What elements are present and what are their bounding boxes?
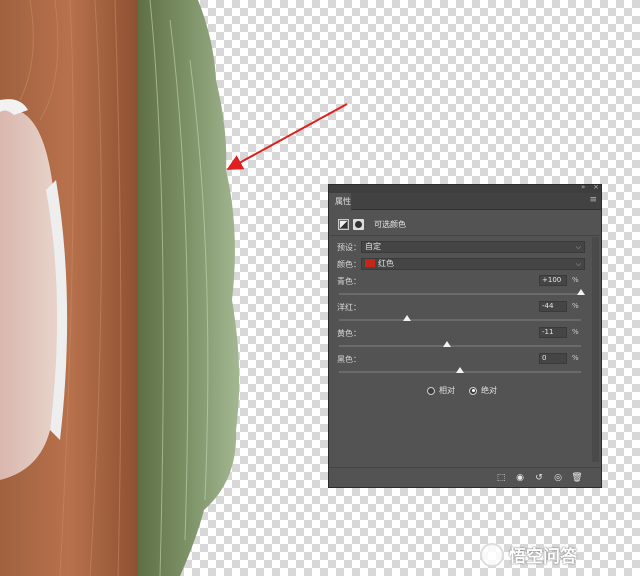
magenta-slider-thumb[interactable] xyxy=(402,315,411,321)
black-value-field[interactable]: 0 xyxy=(539,353,567,364)
panel-titlebar: » × xyxy=(329,183,601,193)
color-select[interactable]: 红色 ⌵ xyxy=(361,258,585,270)
black-unit: % xyxy=(572,354,579,362)
yellow-slider-track[interactable] xyxy=(339,345,581,347)
yellow-slider-thumb[interactable] xyxy=(442,341,451,347)
close-icon[interactable]: × xyxy=(593,183,599,191)
mode-radio-group: 相对 绝对 xyxy=(427,385,497,396)
panel-footer: ⬚ ◉ ↺ ◎ 🗑 xyxy=(329,467,601,487)
color-swatch xyxy=(365,259,375,267)
yellow-label: 黄色： xyxy=(337,329,361,338)
panel-scrollbar[interactable] xyxy=(592,237,599,462)
chevron-down-icon: ⌵ xyxy=(575,243,581,251)
color-label: 颜色： xyxy=(337,260,361,269)
properties-panel: » × 属性 ≡ 可选颜色 预设： 自定 ⌵ 颜色： 红色 ⌵ 青色： +100… xyxy=(328,183,602,488)
clip-to-layer-icon[interactable]: ⬚ xyxy=(495,472,507,484)
view-previous-icon[interactable]: ◉ xyxy=(514,472,526,484)
watermark-text: 悟空问答 xyxy=(509,547,577,567)
photo-canvas xyxy=(0,0,240,576)
preset-select[interactable]: 自定 ⌵ xyxy=(361,241,585,253)
magenta-value-field[interactable]: -44 xyxy=(539,301,567,312)
cyan-value-field[interactable]: +100 xyxy=(539,275,567,286)
adjustment-header: 可选颜色 xyxy=(338,217,406,231)
panel-tabbar: 属性 ≡ xyxy=(329,193,601,210)
yellow-unit: % xyxy=(572,328,579,336)
radio-relative[interactable] xyxy=(427,386,435,395)
watermark: 悟空问答 xyxy=(480,542,577,567)
tab-properties[interactable]: 属性 xyxy=(329,193,351,210)
radio-absolute[interactable] xyxy=(469,386,477,395)
layer-mask-icon[interactable] xyxy=(353,218,364,230)
preset-value: 自定 xyxy=(365,242,381,251)
radio-absolute-label: 绝对 xyxy=(481,386,497,395)
wukong-logo-icon xyxy=(480,542,504,567)
cyan-label: 青色： xyxy=(337,277,361,286)
collapse-icon[interactable]: » xyxy=(581,183,585,191)
visibility-eye-icon[interactable]: ◎ xyxy=(552,472,564,484)
adjustment-layer-icon[interactable] xyxy=(338,218,349,230)
reset-icon[interactable]: ↺ xyxy=(533,472,545,484)
yellow-value-field[interactable]: -11 xyxy=(539,327,567,338)
cyan-slider-track[interactable] xyxy=(339,293,581,295)
black-label: 黑色： xyxy=(337,355,361,364)
panel-menu-icon[interactable]: ≡ xyxy=(589,195,597,205)
trash-icon[interactable]: 🗑 xyxy=(571,472,583,484)
cyan-unit: % xyxy=(572,276,579,284)
magenta-unit: % xyxy=(572,302,579,310)
preset-label: 预设： xyxy=(337,243,361,252)
magenta-slider-track[interactable] xyxy=(339,319,581,321)
magenta-label: 洋红： xyxy=(337,303,361,312)
chevron-down-icon: ⌵ xyxy=(575,260,581,268)
cyan-slider-thumb[interactable] xyxy=(577,289,585,295)
adjustment-title: 可选颜色 xyxy=(374,219,406,229)
divider xyxy=(330,235,600,236)
color-value: 红色 xyxy=(378,259,394,268)
black-slider-thumb[interactable] xyxy=(456,367,464,373)
radio-relative-label: 相对 xyxy=(439,386,455,395)
